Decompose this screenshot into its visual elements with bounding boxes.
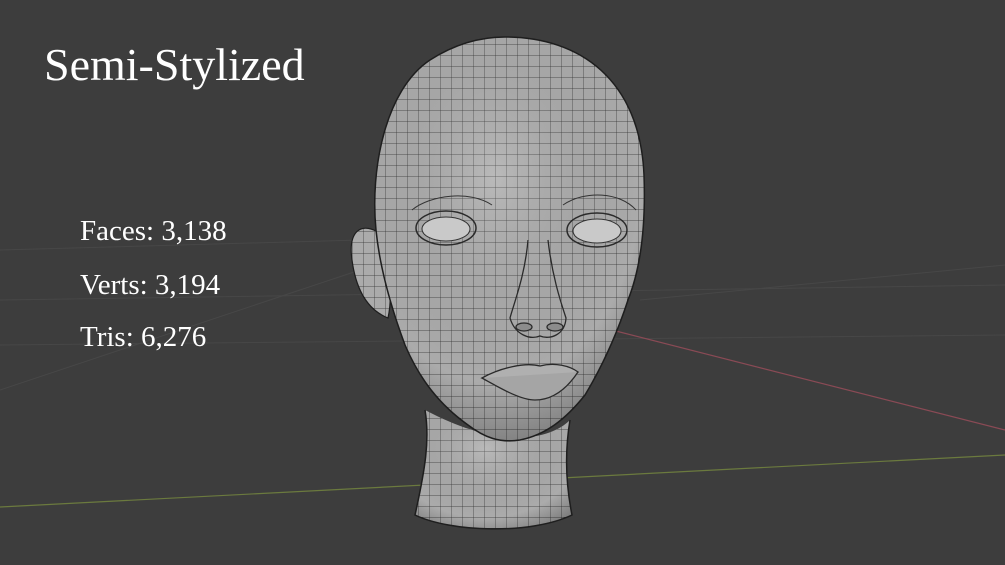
verts-stat: Verts: 3,194 (80, 269, 221, 301)
faces-stat: Faces: 3,138 (80, 215, 227, 247)
page-title: Semi-Stylized (44, 39, 305, 90)
tris-stat: Tris: 6,276 (80, 321, 207, 353)
3d-viewport[interactable]: Semi-Stylized Faces: 3,138 Verts: 3,194 … (0, 0, 1005, 565)
